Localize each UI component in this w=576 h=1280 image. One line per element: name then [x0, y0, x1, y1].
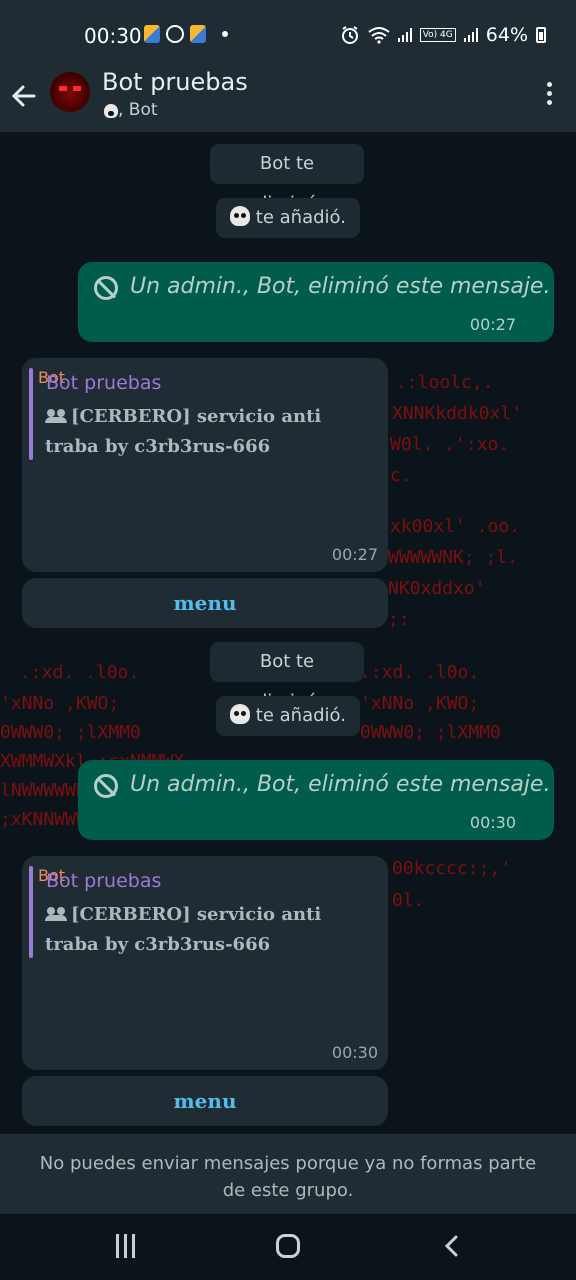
quote-bar	[29, 866, 33, 958]
message-time: 00:30	[469, 813, 516, 832]
wallpaper-text: 0WWW0; ;lXMM0	[360, 722, 501, 743]
participants-label: , Bot	[118, 100, 158, 120]
quote-body: [CERBERO] servicio anti traba by c3rb3ru…	[45, 904, 322, 955]
home-icon[interactable]	[276, 1234, 300, 1258]
blocked-icon	[94, 774, 118, 798]
wallpaper-text: c.	[390, 465, 412, 486]
quote-body: [CERBERO] servicio anti traba by c3rb3ru…	[45, 406, 322, 457]
app-icon	[190, 25, 206, 43]
status-time: 00:30	[84, 24, 142, 48]
wallpaper-text: 'xNNo ,KWO;	[0, 693, 120, 714]
message-time: 00:27	[469, 315, 516, 334]
message-time: 00:27	[331, 545, 378, 564]
battery-percent: 64%	[485, 24, 528, 46]
system-message: te añadió.	[216, 696, 360, 736]
status-app-icons	[144, 25, 228, 43]
quote-title: Bot pruebas	[46, 870, 162, 892]
status-bar: 00:30 Vo) 4G 64%	[0, 0, 576, 68]
wallpaper-text: .:xd. .l0o.	[20, 662, 140, 683]
wallpaper-text: ;:	[388, 609, 410, 630]
notification-dot-icon	[222, 31, 228, 37]
wallpaper-text: WWWWWNK; ;l.	[388, 547, 519, 568]
chat-title[interactable]: Bot pruebas	[102, 68, 248, 96]
quote-bar	[29, 368, 33, 460]
system-message: Bot te eliminó.	[210, 642, 364, 712]
signal-icon	[463, 28, 478, 42]
message-time: 00:30	[331, 1043, 378, 1062]
incoming-message-bubble[interactable]: Bot Bot pruebas [CERBERO] servicio anti …	[22, 358, 388, 572]
wallpaper-text: .:xd. .l0o.	[360, 662, 480, 683]
wallpaper-right: .:loolc,. XNNKkddk0xl' W0l. .':xo. c. xk…	[360, 372, 576, 972]
recent-apps-icon[interactable]	[116, 1234, 140, 1258]
system-message: Bot te eliminó.	[210, 144, 364, 214]
notice-line-2: de este grupo.	[222, 1180, 354, 1201]
skull-icon	[104, 104, 118, 118]
whatsapp-icon	[166, 25, 184, 43]
system-message: te añadió.	[216, 198, 360, 238]
menu-button[interactable]: menu	[22, 1076, 388, 1126]
more-options-icon[interactable]	[544, 82, 554, 110]
notice-line-1: No puedes enviar mensajes porque ya no f…	[39, 1153, 537, 1174]
deleted-message-text: Un admin., Bot, eliminó este mensaje.	[130, 274, 551, 299]
group-icon	[45, 907, 67, 921]
wallpaper-text: .:loolc,.	[396, 372, 494, 393]
wallpaper-text: xk00xl' .oo.	[390, 516, 521, 537]
nav-back-icon[interactable]	[440, 1234, 464, 1258]
skull-icon	[230, 704, 251, 724]
wallpaper-text: 0l.	[392, 890, 425, 911]
deleted-message-text: Un admin., Bot, eliminó este mensaje.	[130, 772, 551, 797]
app-icon	[144, 25, 160, 43]
network-label: Vo) 4G	[419, 28, 456, 42]
back-arrow-icon[interactable]	[10, 82, 38, 110]
signal-icon	[397, 28, 412, 42]
wallpaper-text: W0l. .':xo.	[390, 434, 510, 455]
wallpaper-text: XNNKkddk0xl'	[392, 403, 523, 424]
alarm-icon	[341, 26, 358, 44]
wifi-icon	[368, 27, 390, 44]
blocked-icon	[94, 276, 118, 300]
menu-button[interactable]: menu	[22, 578, 388, 628]
wallpaper-text: NK0xddxo'	[388, 578, 486, 599]
read-only-notice: No puedes enviar mensajes porque ya no f…	[0, 1134, 576, 1214]
wallpaper-text: 0WWW0; ;lXMM0	[0, 722, 141, 743]
group-icon	[45, 409, 67, 423]
deleted-message-bubble[interactable]: Un admin., Bot, eliminó este mensaje. 00…	[78, 262, 554, 342]
chat-header: Bot pruebas , Bot	[0, 68, 576, 132]
chat-area[interactable]: .:loolc,. XNNKkddk0xl' W0l. .':xo. c. xk…	[0, 132, 576, 1134]
quote-title: Bot pruebas	[46, 372, 162, 394]
battery-icon	[536, 27, 546, 43]
group-avatar[interactable]	[50, 72, 90, 112]
wallpaper-text: 00kcccc:;,'	[392, 858, 512, 879]
incoming-message-bubble[interactable]: Bot Bot pruebas [CERBERO] servicio anti …	[22, 856, 388, 1070]
chat-subtitle[interactable]: , Bot	[104, 100, 158, 120]
deleted-message-bubble[interactable]: Un admin., Bot, eliminó este mensaje. 00…	[78, 760, 554, 840]
system-navigation-bar	[0, 1214, 576, 1280]
skull-icon	[230, 206, 251, 226]
status-indicators: Vo) 4G 64%	[340, 24, 546, 46]
wallpaper-text: 'xNNo ,KWO;	[360, 693, 480, 714]
